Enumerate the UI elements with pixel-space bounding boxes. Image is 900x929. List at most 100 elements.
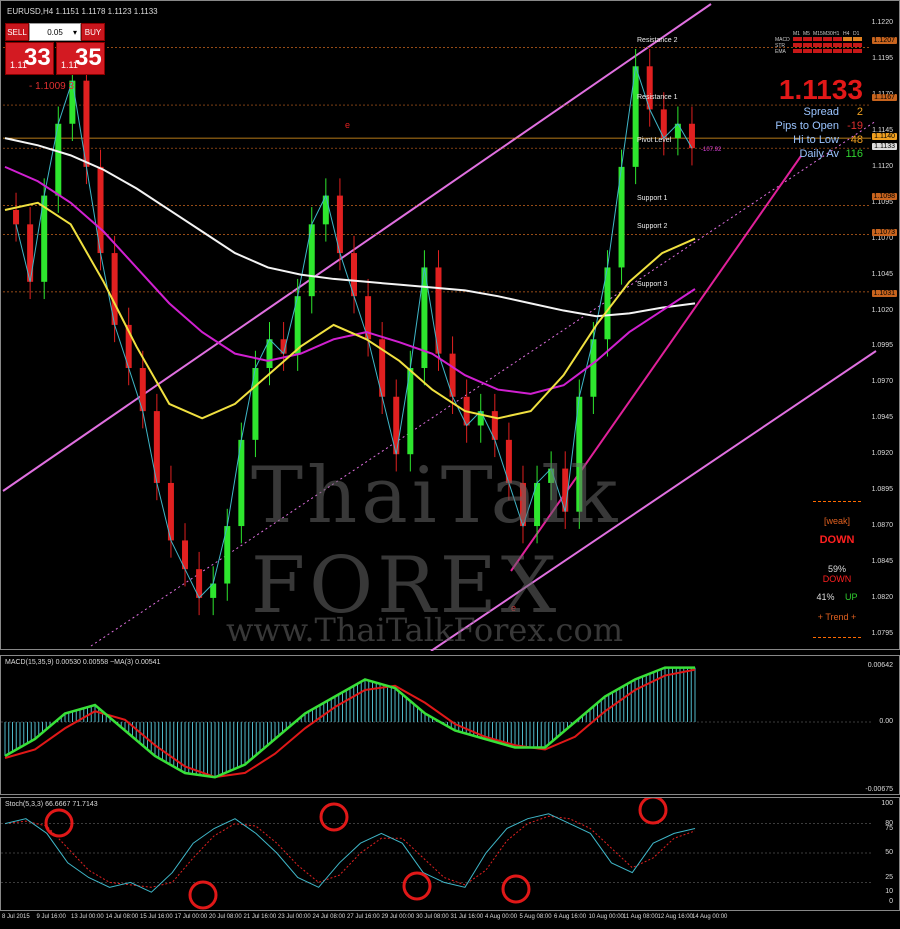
- top-price-label: - 1.1009 3: [29, 81, 75, 92]
- price-tick-label: 1.0895: [871, 486, 893, 494]
- stoch-signal-line: [4, 815, 696, 888]
- price-tag: 1.1098: [871, 193, 897, 201]
- timeframe-signal-grid: M1 M5 M15M30H1 H4 D1 MACD STR EMA: [775, 31, 863, 55]
- highlight-circle: [638, 798, 668, 825]
- info-row: Hi to Low 48: [753, 133, 863, 147]
- macd-tick-label: -0.00675: [865, 786, 893, 793]
- main-chart-pane[interactable]: e e -107.92 EURUSD,H4 1.1151 1.1178 1.1123…: [0, 0, 900, 651]
- signal-cell: [803, 49, 812, 53]
- macd-pane[interactable]: MACD(15,35,9) 0.00530 0.00558 ~MA(3) 0.0…: [0, 655, 900, 795]
- stoch-tick-label: 0: [889, 898, 893, 905]
- candle-body: [13, 209, 20, 225]
- signal-cell: [853, 49, 862, 53]
- signal-cell: [853, 43, 862, 47]
- watermark-url: www.ThaiTalkForex.com: [226, 611, 624, 649]
- ask-price-big: 35: [75, 44, 102, 71]
- level-label: Support 1: [637, 194, 668, 202]
- stoch-title: Stoch(5,3,3) 66.6667 71.7143: [5, 801, 98, 808]
- highlight-circle: [44, 808, 74, 838]
- info-key: Spread: [803, 106, 839, 118]
- info-key: Pips to Open: [775, 120, 839, 132]
- date-tick-label: 14 Aug 00:00: [692, 914, 728, 920]
- price-tag: 1.1031: [871, 289, 897, 297]
- level-label: Resistance 2: [637, 36, 678, 44]
- signal-cell: [833, 49, 842, 53]
- signal-cell: [793, 49, 802, 53]
- price-tick-label: 1.1045: [871, 270, 893, 278]
- stochastic-pane[interactable]: Stoch(5,3,3) 66.6667 71.7143 100 80 75 50 25…: [0, 797, 900, 911]
- price-tag: 1.1140: [872, 133, 897, 141]
- current-price: 1.1133: [778, 74, 863, 105]
- chevron-down-icon[interactable]: ▾: [73, 24, 77, 42]
- date-tick-label: 23 Jul 00:00: [278, 914, 311, 920]
- signal-row: EMA: [775, 49, 863, 55]
- signal-cell: [823, 43, 832, 47]
- price-tag: 1.1133: [872, 143, 897, 151]
- signal-cell: [823, 49, 832, 53]
- price-tag: 1.1073: [871, 229, 897, 237]
- date-tick-label: 9 Jul 16:00: [36, 914, 66, 920]
- price-tick-label: 1.0970: [871, 378, 893, 386]
- date-tick-label: 11 Aug 08:00: [623, 914, 658, 920]
- stochastic-chart[interactable]: [1, 798, 900, 912]
- date-tick-label: 30 Jul 08:00: [416, 914, 449, 920]
- signal-cell: [803, 43, 812, 47]
- macd-tick-label: 0.00642: [867, 662, 893, 669]
- stoch-tick-label: 100: [881, 800, 893, 807]
- macd-tick-label: 0.00: [879, 718, 893, 725]
- stoch-main-line: [4, 813, 696, 893]
- highlight-circle: [319, 802, 349, 832]
- price-tag: 1.1207: [871, 36, 897, 44]
- ask-price-button[interactable]: 1.11 35: [56, 42, 105, 75]
- bid-price-big: 33: [24, 44, 51, 71]
- price-tick-label: 1.0995: [871, 342, 893, 350]
- buy-button[interactable]: BUY: [81, 23, 105, 41]
- price-tick-label: 1.1195: [872, 55, 893, 63]
- signal-cell: [843, 37, 852, 41]
- down-label: DOWN: [822, 574, 852, 584]
- signal-cell: [833, 43, 842, 47]
- signal-arrow-icon: e: [345, 120, 350, 130]
- highlight-circle: [402, 871, 432, 901]
- price-tick-label: 1.1220: [871, 19, 893, 27]
- macd-chart[interactable]: [1, 656, 900, 796]
- lot-size-field[interactable]: 0.05 ▾: [29, 23, 81, 41]
- date-tick-label: 14 Jul 08:00: [105, 914, 139, 920]
- signal-cell: [843, 49, 852, 53]
- channel-upper-line: [2, 3, 712, 492]
- pivot-marker: -107.92: [701, 147, 722, 153]
- price-tick-label: 1.1120: [872, 162, 893, 170]
- price-tag: 1.1167: [872, 94, 897, 102]
- date-tick-label: 24 Jul 08:00: [312, 914, 346, 920]
- trend-label: + Trend +: [817, 612, 857, 622]
- price-tick-label: 1.0845: [871, 557, 893, 565]
- info-value: 2: [856, 106, 863, 118]
- date-tick-label: 8 Jul 2015: [2, 914, 30, 920]
- trend-strength: [weak]: [823, 516, 850, 526]
- date-tick-label: 5 Aug 08:00: [519, 914, 552, 920]
- level-label: Support 3: [637, 280, 668, 288]
- signal-cell: [793, 43, 802, 47]
- price-tick-label: 1.0870: [871, 522, 893, 530]
- date-tick-label: 17 Jul 00:00: [174, 914, 208, 920]
- bid-price-button[interactable]: 1.11 33: [5, 42, 54, 75]
- signal-cell: [823, 37, 832, 41]
- signal-cell: [843, 43, 852, 47]
- date-tick-label: 21 Jul 16:00: [243, 914, 277, 920]
- signal-cell: [803, 37, 812, 41]
- sell-button[interactable]: SELL: [5, 23, 29, 41]
- info-key: Daily Av: [799, 148, 839, 160]
- stoch-tick-label: 10: [885, 888, 893, 896]
- down-percent: 59%: [827, 564, 846, 574]
- price-tick-label: 1.0795: [871, 629, 893, 637]
- signal-cell: [833, 37, 842, 41]
- macd-signal-line: [4, 668, 696, 779]
- info-row: Pips to Open -19: [753, 119, 863, 133]
- signal-cell: [813, 43, 822, 47]
- signal-cell: [813, 37, 822, 41]
- chart-title: EURUSD,H4 1.1151 1.1178 1.1123 1.1133: [7, 7, 158, 16]
- watermark-brand: ThaiTalk FOREX: [251, 451, 622, 631]
- price-tick-label: 1.0945: [871, 414, 893, 422]
- stoch-tick-label: 25: [885, 873, 893, 881]
- highlight-circle: [501, 874, 531, 904]
